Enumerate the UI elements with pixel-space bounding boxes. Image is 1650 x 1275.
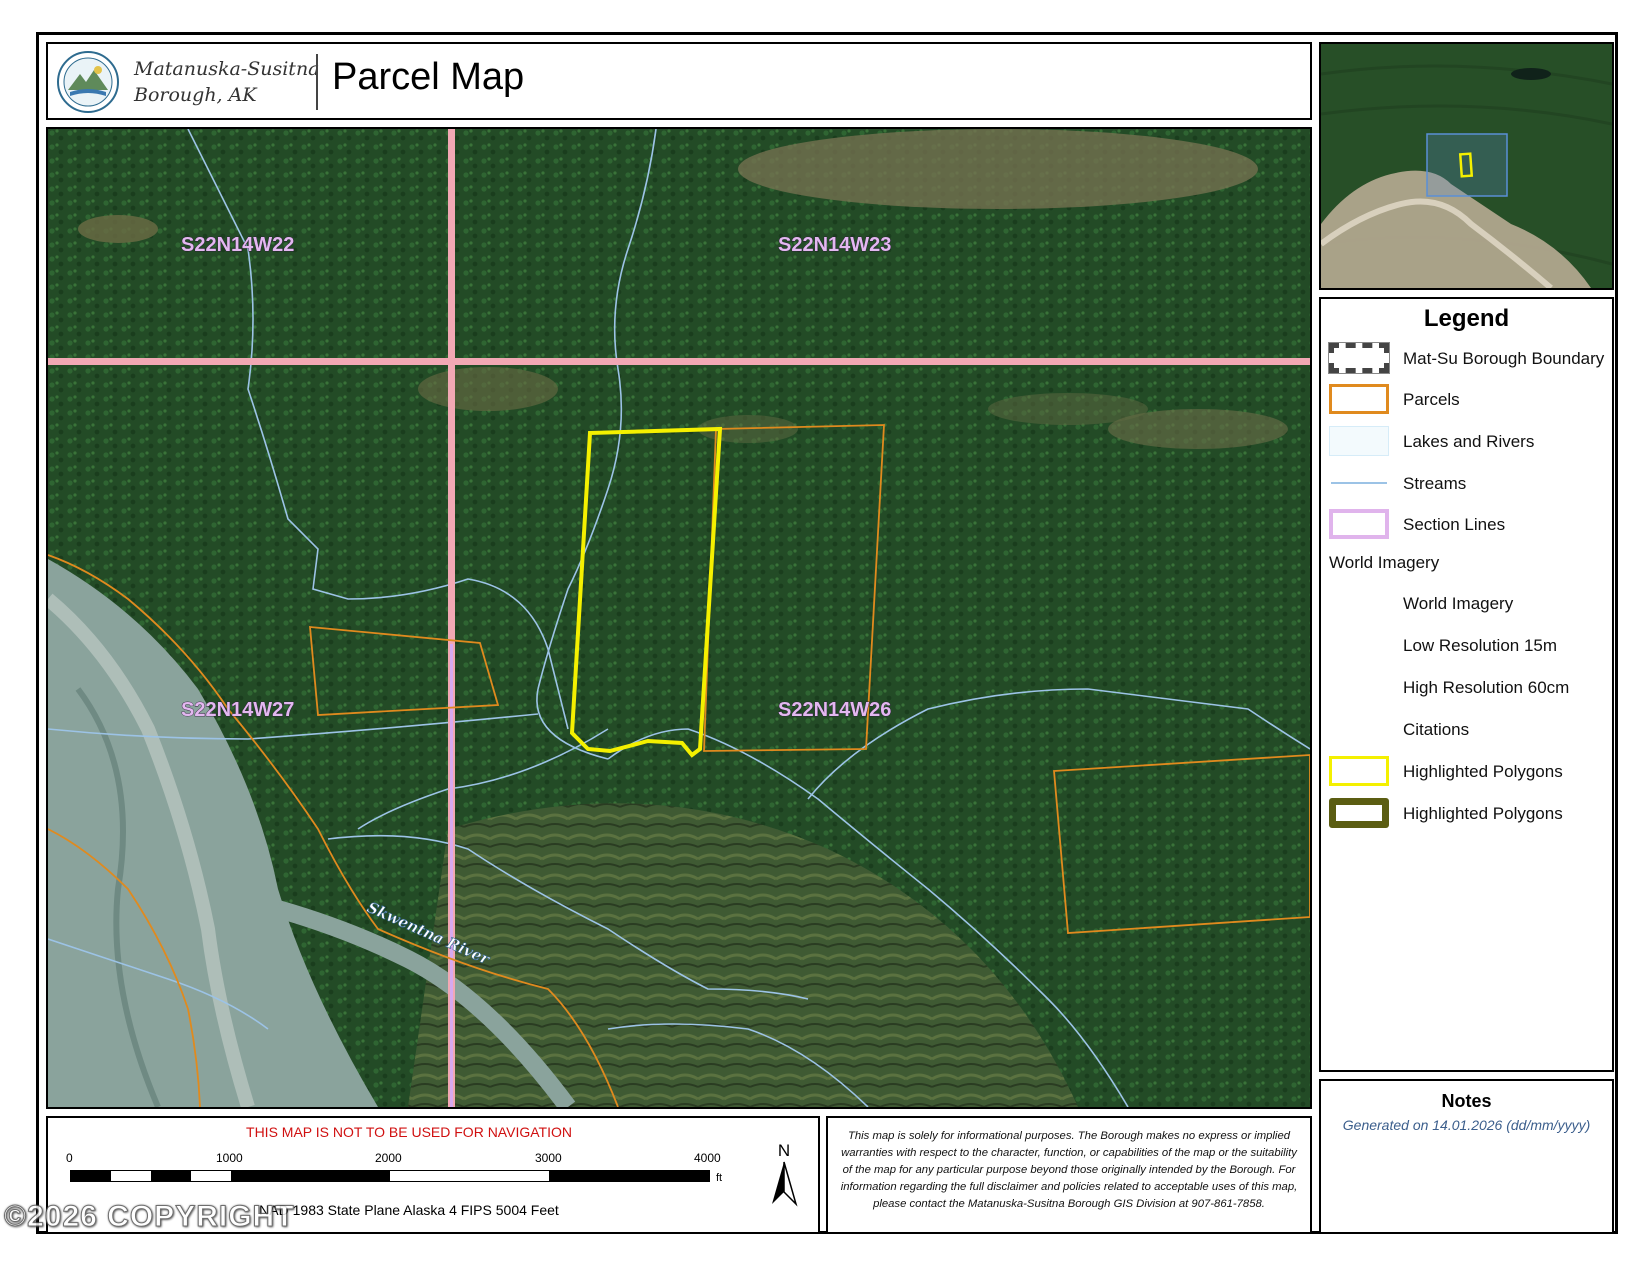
scale-tick-4000: 4000 <box>694 1151 721 1165</box>
inset-extent-box <box>1426 133 1508 197</box>
legend-subitem-world-imagery: World Imagery <box>1403 594 1514 613</box>
section-label-s22n14w23: S22N14W23 <box>778 234 891 256</box>
org-line-2: Borough, AK <box>134 84 257 106</box>
highlight-olive-swatch <box>1329 798 1389 828</box>
legend-group-world-imagery: World Imagery <box>1329 553 1440 572</box>
legend-title: Legend <box>1423 305 1510 332</box>
organization-name: Matanuska-Susitna Borough, AK <box>134 56 320 108</box>
main-map-view[interactable]: S22N14W22 S22N14W23 S22N14W27 S22N14W26 … <box>46 127 1312 1109</box>
lakes-rivers-swatch <box>1329 426 1389 456</box>
streams-swatch <box>1329 468 1389 498</box>
scale-bar <box>70 1170 710 1182</box>
header-divider <box>316 54 318 110</box>
borough-seal-logo <box>56 50 120 114</box>
notes-panel: Notes Generated on 14.01.2026 (dd/mm/yyy… <box>1319 1079 1614 1234</box>
section-label-s22n14w22: S22N14W22 <box>181 234 294 256</box>
map-header: Matanuska-Susitna Borough, AK Parcel Map <box>46 42 1312 120</box>
parcels-swatch <box>1329 384 1389 414</box>
legend-item-highlighted-olive: Highlighted Polygons <box>1321 798 1612 832</box>
disclaimer-panel: This map is solely for informational pur… <box>826 1116 1312 1234</box>
navigation-warning: THIS MAP IS NOT TO BE USED FOR NAVIGATIO… <box>246 1124 572 1140</box>
copyright-watermark: ©2026 COPYRIGHT <box>4 1200 295 1234</box>
north-arrow-icon: N <box>768 1141 800 1213</box>
scale-tick-3000: 3000 <box>535 1151 562 1165</box>
legend-item-streams: Streams <box>1321 468 1612 502</box>
legend-item-lakes-rivers: Lakes and Rivers <box>1321 426 1612 460</box>
section-label-s22n14w26: S22N14W26 <box>778 699 891 721</box>
section-label-s22n14w27: S22N14W27 <box>181 699 294 721</box>
legend-item-parcels: Parcels <box>1321 384 1612 418</box>
scale-tick-1000: 1000 <box>216 1151 243 1165</box>
scale-unit: ft <box>716 1172 723 1184</box>
notes-title: Notes <box>1441 1091 1492 1111</box>
north-label: N <box>778 1142 790 1160</box>
org-line-1: Matanuska-Susitna <box>134 58 320 80</box>
highlight-yellow-swatch <box>1329 756 1389 786</box>
legend-item-borough-boundary: Mat-Su Borough Boundary <box>1321 342 1612 377</box>
legend-subitem-citations: Citations <box>1403 720 1470 739</box>
legend-subitem-low-resolution: Low Resolution 15m <box>1403 636 1558 655</box>
page-title: Parcel Map <box>332 56 525 98</box>
legend-item-highlighted-yellow: Highlighted Polygons <box>1321 756 1612 790</box>
generated-date-note: Generated on 14.01.2026 (dd/mm/yyyy) <box>1342 1117 1591 1133</box>
legend-subitem-high-resolution: High Resolution 60cm <box>1403 678 1570 697</box>
legend-panel: Legend Mat-Su Borough Boundary Parcels L… <box>1319 297 1614 1072</box>
legend-item-section-lines: Section Lines <box>1321 509 1612 543</box>
disclaimer-text: This map is solely for informational pur… <box>840 1130 1298 1210</box>
overview-inset-map[interactable] <box>1319 42 1614 290</box>
scale-tick-0: 0 <box>66 1151 73 1165</box>
scale-tick-2000: 2000 <box>375 1151 402 1165</box>
borough-boundary-swatch <box>1328 342 1390 374</box>
section-lines-swatch <box>1329 509 1389 539</box>
